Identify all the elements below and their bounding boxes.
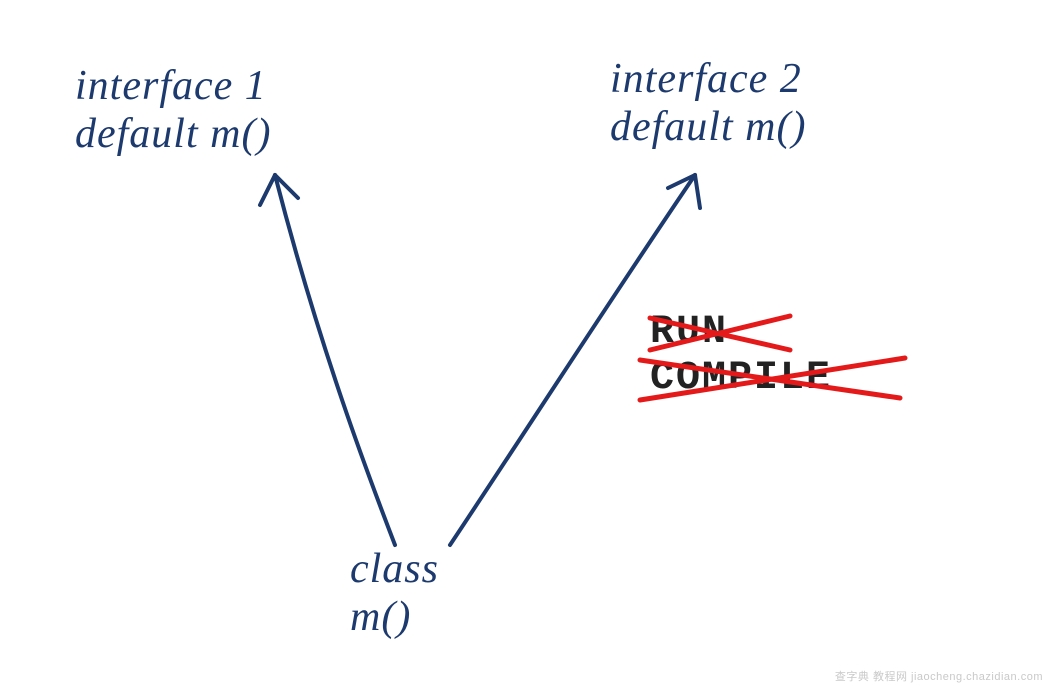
diagram-canvas: interface 1 default m() interface 2 defa… xyxy=(0,0,1051,690)
class-title: class xyxy=(350,545,439,593)
watermark-text: 查字典 教程网 jiaocheng.chazidian.com xyxy=(835,668,1043,684)
interface2-block: interface 2 default m() xyxy=(610,55,806,152)
status-compile-label: COMPILE xyxy=(650,356,832,402)
arrow-to-interface1 xyxy=(260,175,395,545)
class-method: m() xyxy=(350,593,439,641)
status-run-label: RUN xyxy=(650,310,832,356)
class-block: class m() xyxy=(350,545,439,642)
interface2-title: interface 2 xyxy=(610,55,806,103)
interface1-title: interface 1 xyxy=(75,62,271,110)
interface2-method: default m() xyxy=(610,103,806,151)
interface1-block: interface 1 default m() xyxy=(75,62,271,159)
status-block: RUN COMPILE xyxy=(650,310,832,402)
interface1-method: default m() xyxy=(75,110,271,158)
